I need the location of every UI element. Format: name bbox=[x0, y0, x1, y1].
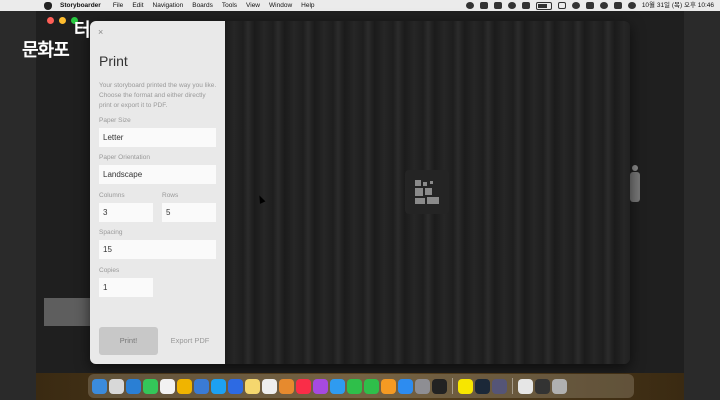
storyboarder-icon[interactable] bbox=[492, 378, 507, 394]
paper-orientation-label: Paper Orientation bbox=[99, 154, 150, 161]
keyboard-input-icon[interactable] bbox=[557, 2, 566, 9]
notes-icon[interactable] bbox=[245, 378, 260, 394]
cloud-icon[interactable] bbox=[479, 2, 488, 9]
print-window: × Print Your storyboard printed the way … bbox=[90, 21, 630, 364]
menu-tools[interactable]: Tools bbox=[222, 0, 237, 11]
twitter-icon[interactable] bbox=[211, 378, 226, 394]
document-icon[interactable] bbox=[518, 378, 533, 394]
print-sidebar: × Print Your storyboard printed the way … bbox=[90, 21, 225, 364]
menu-file[interactable]: File bbox=[113, 0, 123, 11]
menu-window[interactable]: Window bbox=[269, 0, 292, 11]
print-preview bbox=[225, 21, 630, 364]
spacing-input[interactable]: 15 bbox=[99, 240, 216, 259]
epic-games-icon[interactable] bbox=[432, 378, 447, 394]
reminders-icon[interactable] bbox=[262, 378, 277, 394]
podcasts-icon[interactable] bbox=[313, 378, 328, 394]
calendar-icon[interactable] bbox=[160, 378, 175, 394]
close-icon[interactable]: × bbox=[98, 27, 103, 37]
launchpad-icon[interactable] bbox=[109, 378, 124, 394]
menu-edit[interactable]: Edit bbox=[132, 0, 143, 11]
pages-icon[interactable] bbox=[381, 378, 396, 394]
rows-label: Rows bbox=[162, 192, 179, 199]
spacing-label: Spacing bbox=[99, 229, 123, 236]
zoom-icon[interactable] bbox=[228, 378, 243, 394]
status-bar: 10월 31일 (목) 오후 10:46 bbox=[465, 0, 714, 11]
record-icon[interactable] bbox=[465, 2, 474, 9]
numbers-icon[interactable] bbox=[347, 378, 362, 394]
columns-label: Columns bbox=[99, 192, 125, 199]
rows-input[interactable]: 5 bbox=[162, 203, 216, 222]
menu-app-name[interactable]: Storyboarder bbox=[60, 0, 101, 11]
print-description: Your storyboard printed the way you like… bbox=[99, 82, 217, 109]
menu-clock[interactable]: 10월 31일 (목) 오후 10:46 bbox=[642, 0, 714, 11]
kakaotalk-icon[interactable] bbox=[458, 378, 473, 394]
bluetooth-icon[interactable] bbox=[521, 2, 530, 9]
menu-boards[interactable]: Boards bbox=[192, 0, 213, 11]
paper-size-select[interactable]: Letter bbox=[99, 128, 216, 147]
safari-icon[interactable] bbox=[126, 378, 141, 394]
siri-icon[interactable] bbox=[627, 2, 636, 9]
watermark-line2: 문화포 bbox=[22, 40, 70, 61]
background-panel bbox=[44, 298, 92, 326]
dock bbox=[88, 374, 634, 398]
stack-icon[interactable] bbox=[535, 378, 550, 394]
system-preferences-icon[interactable] bbox=[415, 378, 430, 394]
photos-icon[interactable] bbox=[279, 378, 294, 394]
app-store-icon[interactable] bbox=[398, 378, 413, 394]
dock-separator bbox=[452, 378, 453, 394]
music-icon[interactable] bbox=[296, 378, 311, 394]
mail-icon[interactable] bbox=[194, 378, 209, 394]
finder-icon[interactable] bbox=[92, 378, 107, 394]
print-title: Print bbox=[99, 53, 128, 69]
copies-input[interactable]: 1 bbox=[99, 278, 153, 297]
dock-separator bbox=[512, 378, 513, 394]
minimize-window-button[interactable] bbox=[59, 17, 66, 24]
chrome-icon[interactable] bbox=[177, 378, 192, 394]
paper-orientation-select[interactable]: Landscape bbox=[99, 165, 216, 184]
watermark-line1: 터 bbox=[74, 20, 91, 41]
paper-size-label: Paper Size bbox=[99, 117, 131, 124]
search-icon[interactable] bbox=[599, 2, 608, 9]
control-center-icon[interactable] bbox=[613, 2, 622, 9]
columns-input[interactable]: 3 bbox=[99, 203, 153, 222]
print-button[interactable]: Print! bbox=[99, 327, 158, 355]
wifi-icon[interactable] bbox=[585, 2, 594, 9]
facetime-icon[interactable] bbox=[364, 378, 379, 394]
storyboarder-logo-icon bbox=[405, 170, 449, 214]
battery-icon[interactable] bbox=[535, 1, 552, 10]
trash-icon[interactable] bbox=[552, 378, 567, 394]
steam-icon[interactable] bbox=[475, 378, 490, 394]
user-icon[interactable] bbox=[571, 2, 580, 9]
export-pdf-button[interactable]: Export PDF bbox=[164, 327, 216, 355]
apple-logo-icon[interactable] bbox=[44, 1, 52, 10]
dropbox-icon[interactable] bbox=[507, 2, 516, 9]
background-figure bbox=[628, 165, 644, 210]
menu-view[interactable]: View bbox=[246, 0, 260, 11]
game-controller-icon[interactable] bbox=[493, 2, 502, 9]
copies-label: Copies bbox=[99, 267, 120, 274]
menu-bar: Storyboarder File Edit Navigation Boards… bbox=[0, 0, 720, 11]
keynote-icon[interactable] bbox=[330, 378, 345, 394]
menu-help[interactable]: Help bbox=[301, 0, 314, 11]
menu-navigation[interactable]: Navigation bbox=[153, 0, 184, 11]
close-window-button[interactable] bbox=[47, 17, 54, 24]
messages-icon[interactable] bbox=[143, 378, 158, 394]
